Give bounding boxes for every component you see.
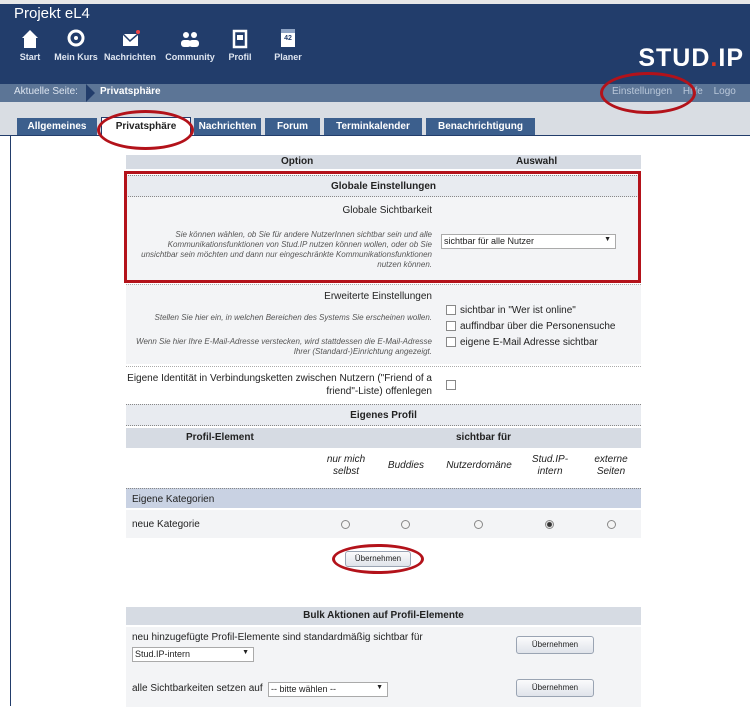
bulk-default-value: Stud.IP-intern — [135, 649, 191, 659]
nav-planer-label: Planer — [274, 52, 302, 62]
option-email-label: eigene E-Mail Adresse sichtbar — [460, 337, 598, 348]
profile-heading: Eigenes Profil — [126, 404, 641, 426]
identity-checkbox[interactable] — [446, 380, 456, 390]
mail-icon — [100, 22, 160, 50]
option-online-label: sichtbar in "Wer ist online" — [460, 305, 576, 316]
highlight-privacy-tab — [97, 110, 194, 150]
profile-col-header: Profil-Element sichtbar für — [126, 428, 641, 448]
radio-domain[interactable] — [474, 520, 483, 529]
radio-intern[interactable] — [545, 520, 554, 529]
extended-settings-row: Erweiterte Einstellungen Stellen Sie hie… — [126, 284, 641, 364]
nav-nachrichten-label: Nachrichten — [103, 52, 156, 62]
highlight-global-settings — [124, 171, 641, 283]
radio-buddies[interactable] — [401, 520, 410, 529]
extended-desc-2: Wenn Sie hier Ihre E-Mail-Adresse verste… — [136, 337, 432, 356]
level-domain: Nutzerdomäne — [446, 460, 512, 471]
option-online[interactable]: sichtbar in "Wer ist online" — [446, 305, 576, 316]
option-search-label: auffindbar über die Personensuche — [460, 321, 616, 332]
course-icon — [46, 22, 106, 50]
level-external: externe Seiten — [594, 454, 628, 477]
bulk-apply-button-2[interactable]: Übernehmen — [516, 679, 594, 697]
level-buddies: Buddies — [387, 460, 425, 471]
level-self: nur mich selbst — [326, 454, 366, 477]
checkbox[interactable] — [446, 337, 456, 348]
col-profile-element: Profil-Element — [186, 432, 254, 443]
checkbox[interactable] — [446, 305, 456, 316]
bulk-line-2: alle Sichtbarkeiten setzen auf — [132, 683, 263, 694]
checkbox[interactable] — [446, 321, 456, 332]
app-header: Projekt eL4 Start Mein Kurs Nachrichten … — [0, 0, 750, 84]
nav-nachrichten[interactable]: Nachrichten — [100, 22, 160, 62]
bulk-line-1: neu hinzugefügte Profil-Elemente sind st… — [132, 632, 423, 643]
top-strip — [0, 0, 750, 4]
calendar-icon: 42 — [258, 22, 318, 50]
nav-mein-kurs-label: Mein Kurs — [54, 52, 98, 62]
radio-external[interactable] — [607, 520, 616, 529]
option-search[interactable]: auffindbar über die Personensuche — [446, 321, 615, 332]
radio-self[interactable] — [341, 520, 350, 529]
studip-logo: STUD.IP — [638, 44, 744, 72]
link-logout[interactable]: Logo — [714, 86, 736, 97]
project-title: Projekt eL4 — [14, 5, 90, 22]
tab-allgemeines[interactable]: Allgemeines — [17, 118, 97, 135]
highlight-apply-button — [332, 544, 424, 574]
level-intern: Stud.IP-intern — [531, 454, 569, 477]
nav-mein-kurs[interactable]: Mein Kurs — [46, 22, 106, 62]
identity-label: Eigene Identität in Verbindungsketten zw… — [127, 373, 432, 397]
breadcrumb-arrow-icon — [86, 84, 95, 102]
col-option: Option — [281, 156, 314, 167]
identity-row: Eigene Identität in Verbindungsketten zw… — [126, 366, 641, 400]
tab-forum[interactable]: Forum — [265, 118, 320, 135]
bulk-all-value: -- bitte wählen -- — [271, 684, 337, 694]
option-email[interactable]: eigene E-Mail Adresse sichtbar — [446, 337, 598, 348]
breadcrumb-current-page: Privatsphäre — [100, 86, 161, 97]
col-auswahl: Auswahl — [516, 156, 558, 167]
category-heading: Eigene Kategorien — [126, 488, 641, 508]
category-row-label: neue Kategorie — [132, 519, 200, 530]
chevron-down-icon: ▼ — [242, 649, 249, 656]
bulk-apply-button-1[interactable]: Übernehmen — [516, 636, 594, 654]
bulk-all-select[interactable]: -- bitte wählen -- ▼ — [268, 682, 388, 697]
col-visible-for: sichtbar für — [456, 432, 512, 443]
category-heading-label: Eigene Kategorien — [132, 494, 215, 505]
highlight-settings-link — [600, 72, 696, 114]
bulk-section: neu hinzugefügte Profil-Elemente sind st… — [126, 627, 641, 707]
nav-planer[interactable]: 42 Planer — [258, 22, 318, 62]
bulk-heading: Bulk Aktionen auf Profil-Elemente — [126, 607, 641, 625]
tab-benachrichtigung[interactable]: Benachrichtigung — [426, 118, 535, 135]
category-row: neue Kategorie — [126, 510, 641, 538]
extended-title: Erweiterte Einstellungen — [324, 291, 432, 302]
chevron-down-icon: ▼ — [376, 684, 383, 691]
profile-levels-row: nur mich selbst Buddies Nutzerdomäne Stu… — [126, 450, 641, 488]
settings-header: Option Auswahl — [126, 155, 641, 169]
breadcrumb-label: Aktuelle Seite: — [14, 86, 78, 97]
extended-desc-1: Stellen Sie hier ein, in welchen Bereich… — [154, 313, 432, 322]
tab-terminkalender[interactable]: Terminkalender — [324, 118, 422, 135]
bulk-default-select[interactable]: Stud.IP-intern ▼ — [132, 647, 254, 662]
tab-nachrichten[interactable]: Nachrichten — [194, 118, 261, 135]
calendar-day: 42 — [284, 35, 292, 42]
